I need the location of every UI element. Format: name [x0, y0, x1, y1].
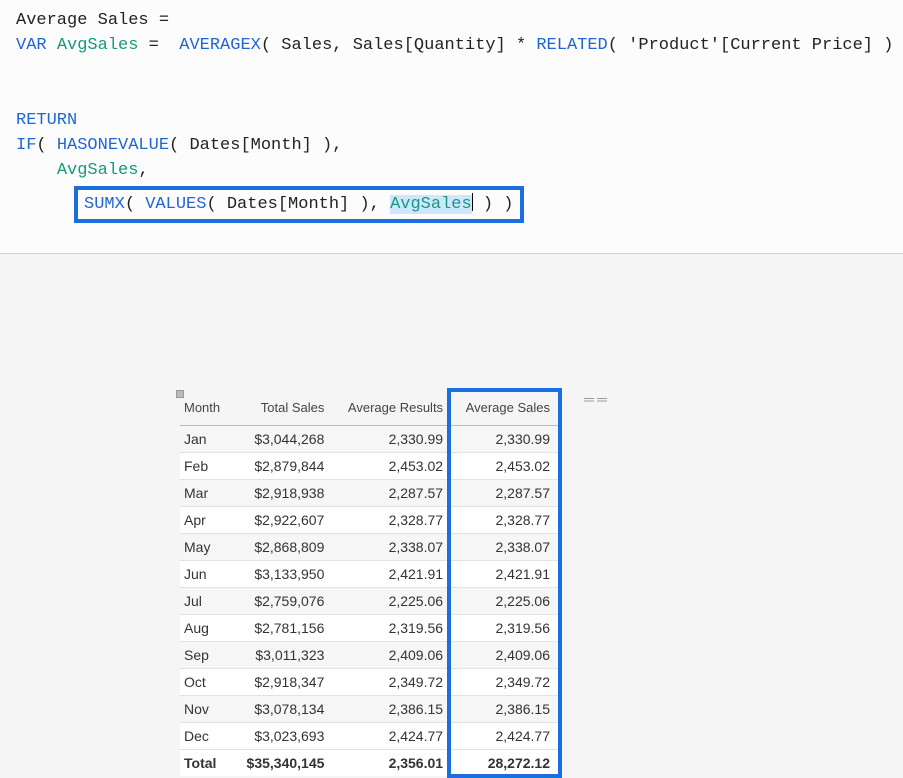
cell-total-sales: $2,879,844 [235, 453, 335, 480]
cell-month: Sep [180, 642, 235, 669]
table-header-row: Month Total Sales Average Results Averag… [180, 394, 560, 426]
table-row[interactable]: Sep$3,011,3232,409.062,409.06 [180, 642, 560, 669]
table-row[interactable]: Nov$3,078,1342,386.152,386.15 [180, 696, 560, 723]
cell-month: Oct [180, 669, 235, 696]
formula-highlight-box: SUMX( VALUES( Dates[Month] ), AvgSales )… [74, 186, 524, 223]
cell-avg-sales: 2,424.77 [453, 723, 560, 750]
dax-code[interactable]: Average Sales = VAR AvgSales = AVERAGEX(… [16, 8, 887, 183]
var-keyword: VAR [16, 36, 47, 55]
fn-related: RELATED [536, 36, 607, 55]
measure-name: Average Sales [16, 11, 149, 30]
cell-avg-results: 2,338.07 [334, 534, 453, 561]
cell-avg-sales: 2,328.77 [453, 507, 560, 534]
cell-avg-results: 2,287.57 [334, 480, 453, 507]
cell-avg-sales: 2,409.06 [453, 642, 560, 669]
cell-total-sales: $2,918,938 [235, 480, 335, 507]
cell-avg-results: 2,328.77 [334, 507, 453, 534]
table-row[interactable]: Aug$2,781,1562,319.562,319.56 [180, 615, 560, 642]
table-row[interactable]: Mar$2,918,9382,287.572,287.57 [180, 480, 560, 507]
var-name: AvgSales [57, 36, 139, 55]
cell-month: Jan [180, 426, 235, 453]
cell-avg-results: 2,424.77 [334, 723, 453, 750]
table-row[interactable]: Feb$2,879,8442,453.022,453.02 [180, 453, 560, 480]
cell-month: Nov [180, 696, 235, 723]
cell-month: Mar [180, 480, 235, 507]
col-average-results[interactable]: Average Results [334, 394, 453, 426]
fn-values: VALUES [145, 195, 206, 214]
cell-avg-results: 2,453.02 [334, 453, 453, 480]
text-cursor [472, 193, 473, 211]
cell-avg-sales: 2,225.06 [453, 588, 560, 615]
cell-month: Feb [180, 453, 235, 480]
table-row[interactable]: May$2,868,8092,338.072,338.07 [180, 534, 560, 561]
formula-bar[interactable]: Average Sales = VAR AvgSales = AVERAGEX(… [0, 0, 903, 254]
results-table: Month Total Sales Average Results Averag… [180, 394, 560, 776]
col-average-sales[interactable]: Average Sales [453, 394, 560, 426]
table-row[interactable]: Apr$2,922,6072,328.772,328.77 [180, 507, 560, 534]
cell-total-sales: $2,759,076 [235, 588, 335, 615]
table-row[interactable]: Dec$3,023,6932,424.772,424.77 [180, 723, 560, 750]
cell-total-sales: $2,781,156 [235, 615, 335, 642]
table-row[interactable]: Oct$2,918,3472,349.722,349.72 [180, 669, 560, 696]
cell-month: Apr [180, 507, 235, 534]
cell-avg-results: 2,409.06 [334, 642, 453, 669]
table-row[interactable]: Jan$3,044,2682,330.992,330.99 [180, 426, 560, 453]
var-ref-1: AvgSales [57, 161, 139, 180]
cell-month: Total [180, 750, 235, 777]
resize-handle-icon[interactable] [176, 390, 184, 398]
cell-avg-sales: 2,349.72 [453, 669, 560, 696]
table-total-row: Total$35,340,1452,356.0128,272.12 [180, 750, 560, 777]
cell-month: May [180, 534, 235, 561]
table-row[interactable]: Jun$3,133,9502,421.912,421.91 [180, 561, 560, 588]
cell-avg-sales: 2,453.02 [453, 453, 560, 480]
cell-total-sales: $3,133,950 [235, 561, 335, 588]
cell-month: Jun [180, 561, 235, 588]
cell-total-sales: $3,023,693 [235, 723, 335, 750]
cell-total-sales: $2,918,347 [235, 669, 335, 696]
cell-avg-results: 2,349.72 [334, 669, 453, 696]
return-keyword: RETURN [16, 111, 77, 130]
cell-avg-results: 2,356.01 [334, 750, 453, 777]
cell-avg-sales: 2,319.56 [453, 615, 560, 642]
cell-avg-results: 2,319.56 [334, 615, 453, 642]
cell-month: Jul [180, 588, 235, 615]
cell-avg-results: 2,330.99 [334, 426, 453, 453]
cell-avg-sales: 2,421.91 [453, 561, 560, 588]
cell-avg-results: 2,386.15 [334, 696, 453, 723]
col-total-sales[interactable]: Total Sales [235, 394, 335, 426]
cell-avg-sales: 2,287.57 [453, 480, 560, 507]
cell-month: Dec [180, 723, 235, 750]
table-row[interactable]: Jul$2,759,0762,225.062,225.06 [180, 588, 560, 615]
cell-total-sales: $3,044,268 [235, 426, 335, 453]
cell-avg-sales: 2,338.07 [453, 534, 560, 561]
cell-avg-sales: 2,386.15 [453, 696, 560, 723]
var-ref-selected: AvgSales [390, 195, 472, 214]
cell-total-sales: $2,922,607 [235, 507, 335, 534]
col-month[interactable]: Month [180, 394, 235, 426]
cell-total-sales: $2,868,809 [235, 534, 335, 561]
cell-avg-results: 2,421.91 [334, 561, 453, 588]
cell-total-sales: $3,078,134 [235, 696, 335, 723]
fn-sumx: SUMX [84, 195, 125, 214]
drag-handle-icon[interactable]: ══ [584, 391, 610, 407]
cell-month: Aug [180, 615, 235, 642]
cell-avg-sales: 2,330.99 [453, 426, 560, 453]
table-visual[interactable]: ══ Month Total Sales Average Results Ave… [180, 394, 620, 776]
cell-total-sales: $3,011,323 [235, 642, 335, 669]
fn-if: IF [16, 136, 36, 155]
cell-avg-results: 2,225.06 [334, 588, 453, 615]
fn-hasonevalue: HASONEVALUE [57, 136, 169, 155]
cell-total-sales: $35,340,145 [235, 750, 335, 777]
fn-averagex: AVERAGEX [179, 36, 261, 55]
cell-avg-sales: 28,272.12 [453, 750, 560, 777]
